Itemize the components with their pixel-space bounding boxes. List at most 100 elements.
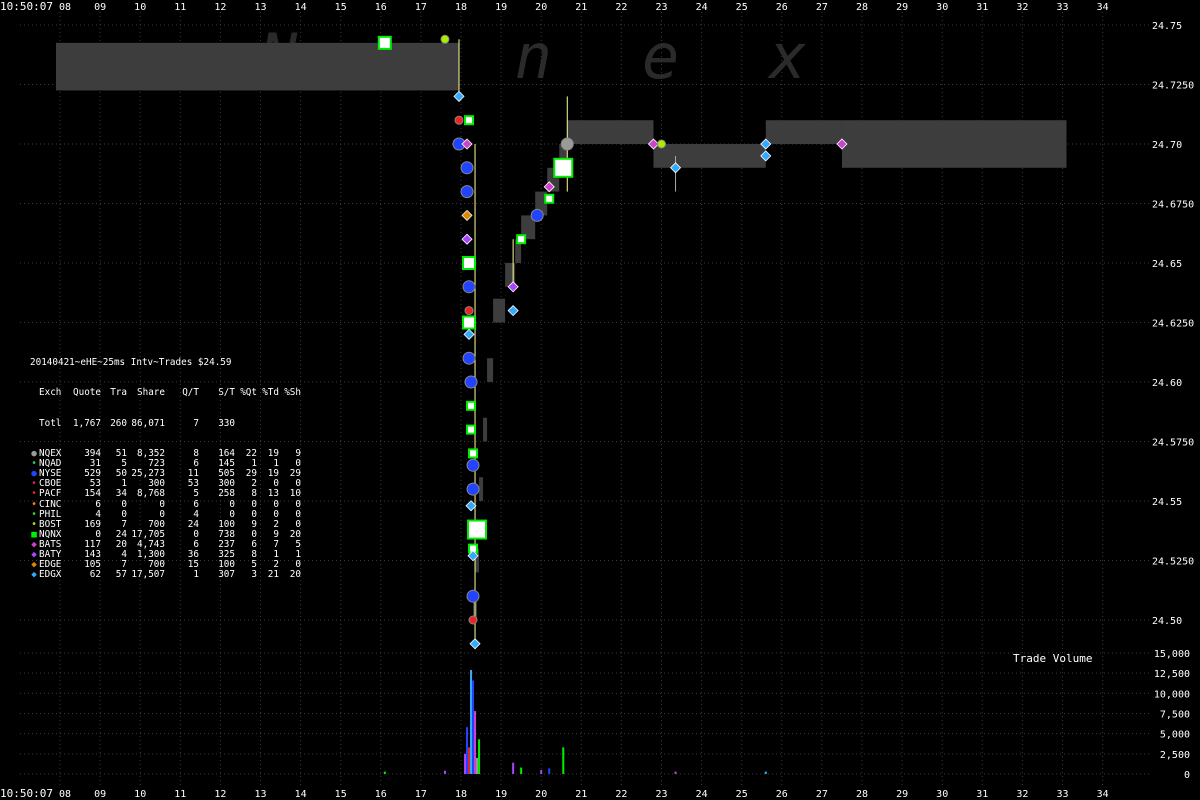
volume-tick-label: 10,000 <box>1154 689 1190 700</box>
trade-marker-circle <box>464 375 478 389</box>
stats-cell: 154 <box>84 488 101 500</box>
volume-bar <box>464 753 467 774</box>
volume-tick-label: 7,500 <box>1160 710 1190 721</box>
stats-cell: 17,507 <box>131 569 165 581</box>
volume-bar <box>520 767 523 774</box>
spread-band <box>841 120 1067 168</box>
stats-row: • CBOE 53 1 300 53 300 2 0 0 <box>30 479 301 489</box>
x-tick-label-top: 20 <box>535 2 547 13</box>
x-tick-label-top: 13 <box>254 2 266 13</box>
x-tick-label-top: 32 <box>1016 2 1028 13</box>
price-tick-label: 24.6250 <box>1152 319 1194 330</box>
trade-marker-square <box>466 400 477 411</box>
stats-cell: 21 <box>267 569 279 581</box>
stats-row: ● NQEX 394 51 8,352 8 164 22 19 9 <box>30 448 301 459</box>
time-label-bottom: 10:50:07 <box>0 787 53 800</box>
trade-marker-circle <box>466 589 480 603</box>
volume-bar <box>764 771 767 774</box>
stats-cell: 3 <box>251 569 257 581</box>
stats-row: • PHIL 4 0 0 4 0 0 0 0 <box>30 509 301 520</box>
x-tick-label-top: 24 <box>696 2 708 13</box>
volume-bar <box>470 669 473 774</box>
stats-cell: %Sh <box>284 387 301 399</box>
trade-marker-circle <box>460 161 474 175</box>
stats-cell: S/T <box>218 387 235 399</box>
price-tick-label: 24.55 <box>1152 497 1182 508</box>
trade-marker-circle <box>440 34 450 44</box>
stats-cell: 20 <box>289 569 301 581</box>
trade-marker-circle <box>530 208 544 222</box>
volume-bar <box>443 770 446 774</box>
price-tick-label: 24.75 <box>1152 21 1182 32</box>
volume-axis-labels: 15,000 12,500 10,000 7,500 5,000 2,500 0 <box>1154 649 1190 781</box>
spread-band-descent <box>493 298 506 323</box>
x-tick-label-bottom: 15 <box>335 789 347 800</box>
stats-total-row: Totl 1,767 260 86,071 7 330 <box>30 417 301 429</box>
volume-bar <box>562 747 565 774</box>
stats-cell: 8 <box>251 488 257 500</box>
x-tick-label-top: 23 <box>655 2 667 13</box>
stats-row: • BOST 169 7 700 24 100 9 2 0 <box>30 519 301 530</box>
volume-bar <box>468 747 471 774</box>
trade-marker-square <box>462 256 477 270</box>
x-tick-label-bottom: 28 <box>856 789 868 800</box>
trade-marker-circle <box>466 482 480 496</box>
spread-band-descent <box>487 358 494 382</box>
x-tick-label-bottom: 25 <box>736 789 748 800</box>
trade-marker-circle <box>460 185 474 199</box>
x-tick-label-top: 08 <box>59 2 71 13</box>
price-axis-labels: 24.75 24.7250 24.70 24.6750 24.65 24.6250 24.6… <box>1152 21 1194 627</box>
trade-marker-circle <box>466 458 480 472</box>
volume-bar <box>478 739 481 774</box>
price-tick-label: 24.6750 <box>1152 200 1194 211</box>
stats-cell: 34 <box>115 488 127 500</box>
trade-marker-circle <box>462 351 476 365</box>
stats-row: ◆ EDGE 105 7 700 15 100 5 2 0 <box>30 559 301 570</box>
trade-marker-square <box>467 519 488 540</box>
volume-bar <box>472 680 475 774</box>
exchange-marker-icon: • <box>31 488 37 500</box>
stats-cell: %Qt <box>240 387 257 399</box>
trade-marker-diamond <box>461 233 473 245</box>
x-tick-label-bottom: 22 <box>615 789 627 800</box>
trade-marker-circle <box>462 280 476 294</box>
stats-cell: Share <box>137 387 165 399</box>
x-tick-label-top: 12 <box>214 2 226 13</box>
x-tick-label-bottom: 24 <box>696 789 708 800</box>
x-tick-label-bottom: 19 <box>495 789 507 800</box>
trade-marker-diamond <box>461 209 473 221</box>
x-tick-label-top: 16 <box>375 2 387 13</box>
x-tick-label-top: 09 <box>94 2 106 13</box>
volume-tick-label: 5,000 <box>1160 730 1190 741</box>
trade-marker-square <box>544 193 555 204</box>
x-tick-label-bottom: 16 <box>375 789 387 800</box>
x-tick-label-bottom: 21 <box>575 789 587 800</box>
volume-bar <box>466 727 469 774</box>
price-tick-label: 24.60 <box>1152 378 1182 389</box>
stats-row: ■ NQNX 0 24 17,705 0 738 0 9 20 <box>30 529 301 540</box>
volume-bar <box>383 771 386 774</box>
volume-tick-label: 0 <box>1184 770 1190 781</box>
time-label-top: 10:50:07 <box>0 0 53 13</box>
volume-bar <box>474 711 477 774</box>
x-tick-label-bottom: 23 <box>655 789 667 800</box>
stats-cell: 1 <box>193 569 199 581</box>
trade-marker-square <box>468 448 479 459</box>
price-tick-label: 24.5250 <box>1152 557 1194 568</box>
trade-marker-circle <box>468 615 478 625</box>
spread-band-descent <box>479 477 484 501</box>
volume-tick-label: 15,000 <box>1154 649 1190 660</box>
x-tick-label-bottom: 11 <box>174 789 186 800</box>
price-tick-label: 24.7250 <box>1152 81 1194 92</box>
volume-bar <box>548 768 551 774</box>
trade-marker-square <box>464 115 475 126</box>
stats-cell: 10 <box>289 488 301 500</box>
spread-band <box>653 144 766 168</box>
x-tick-label-bottom: 17 <box>415 789 427 800</box>
x-tick-label-top: 26 <box>776 2 788 13</box>
x-tick-label-top: 21 <box>575 2 587 13</box>
stats-cell: 86,071 <box>131 417 165 429</box>
x-tick-label-bottom: 33 <box>1056 789 1068 800</box>
spread-band <box>567 120 654 144</box>
stats-cell: %Td <box>262 387 279 399</box>
